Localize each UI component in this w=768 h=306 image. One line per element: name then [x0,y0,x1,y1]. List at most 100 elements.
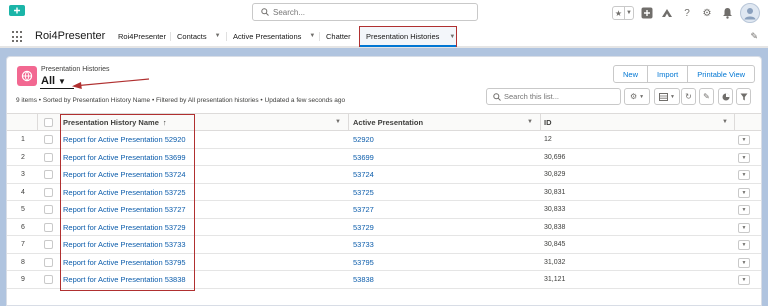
object-label: Presentation Histories [41,66,110,73]
favorites-list-icon[interactable]: ▼ [624,7,633,19]
row-checkbox[interactable] [44,152,53,162]
printable-view-button[interactable]: Printable View [687,66,755,82]
active-presentation-link[interactable]: 52920 [353,131,374,148]
nav-item-contacts[interactable]: Contacts ▼ [177,26,221,46]
global-search-input[interactable] [273,6,473,18]
nav-item-active-presentations[interactable]: Active Presentations ▼ [233,26,315,46]
inline-edit-button[interactable]: ✎ [699,88,714,105]
row-actions-chevron-icon[interactable]: ▼ [738,257,750,268]
id-value: 31,032 [544,258,566,266]
row-actions-chevron-icon[interactable]: ▼ [738,240,750,250]
column-header-name[interactable]: Presentation History Name ↑ ▼ [63,114,347,131]
row-actions-chevron-icon[interactable]: ▼ [738,135,750,145]
list-view-actions: New Import Printable View [613,65,756,83]
new-button[interactable]: New [614,66,648,82]
row-number: 4 [21,188,25,196]
presentation-history-name-link[interactable]: Report for Active Presentation 53795 [63,254,186,271]
app-launcher-icon[interactable] [12,31,24,43]
list-view-selector-caret-icon[interactable]: ▼ [58,77,66,86]
list-search[interactable] [486,88,621,105]
nav-item-label: Chatter [326,31,351,41]
presentation-history-name-link[interactable]: Report for Active Presentation 53733 [63,236,186,253]
list-settings-button[interactable]: ⚙ ▼ [624,88,650,105]
chart-pie-icon [722,93,729,100]
row-checkbox[interactable] [44,222,53,232]
user-avatar[interactable] [740,3,760,23]
column-header-id[interactable]: ID ▼ [544,114,734,131]
header-icons: ★ ▼ ? ⚙ [612,3,760,23]
nav-item-label: Contacts [177,31,207,41]
table-row: 6 Report for Active Presentation 53729 537… [7,219,761,236]
row-number: 5 [21,206,25,213]
row-checkbox[interactable] [44,135,53,144]
row-actions-chevron-icon[interactable]: ▼ [738,275,750,285]
active-presentation-link[interactable]: 53729 [353,219,374,236]
active-presentation-link[interactable]: 53699 [353,149,374,166]
row-actions-chevron-icon[interactable]: ▼ [738,170,750,180]
chevron-down-icon[interactable]: ▼ [309,33,315,39]
presentation-history-name-link[interactable]: Report for Active Presentation 53699 [63,149,186,166]
id-value: 30,829 [544,171,566,178]
app-logo[interactable] [9,5,25,16]
global-search[interactable] [252,3,478,21]
row-checkbox[interactable] [44,170,53,179]
column-header-active-presentation[interactable]: Active Presentation ▼ [353,114,539,131]
row-actions-chevron-icon[interactable]: ▼ [738,222,750,233]
edit-nav-pencil-icon[interactable]: ✎ [750,31,758,42]
row-actions-chevron-icon[interactable]: ▼ [738,205,750,215]
row-checkbox[interactable] [44,205,53,214]
active-presentation-link[interactable]: 53724 [353,166,374,183]
presentation-history-name-link[interactable]: Report for Active Presentation 53729 [63,219,186,236]
active-presentation-link[interactable]: 53727 [353,201,374,218]
notifications-bell-icon[interactable] [720,6,734,20]
global-add-icon[interactable] [640,6,654,20]
row-checkbox[interactable] [44,187,53,197]
search-icon [493,93,501,101]
list-search-input[interactable] [504,91,616,102]
nav-item-label: Roi4Presenter [118,31,166,41]
app-navbar: Roi4Presenter Roi4Presenter Contacts ▼ A… [0,26,768,48]
presentation-history-name-link[interactable]: Report for Active Presentation 53727 [63,201,186,218]
display-as-button[interactable]: ▼ [654,88,680,105]
favorites-group[interactable]: ★ ▼ [612,6,634,20]
row-checkbox[interactable] [44,257,53,267]
setup-gear-icon[interactable]: ⚙ [700,6,714,20]
active-presentation-link[interactable]: 53725 [353,184,374,201]
nav-item-chatter[interactable]: Chatter [326,26,351,46]
chevron-down-icon[interactable]: ▼ [215,33,221,39]
tab-presentation-histories[interactable]: Presentation Histories ▼ [359,26,457,47]
import-button[interactable]: Import [647,66,688,82]
active-presentation-link[interactable]: 53838 [353,271,374,288]
filter-button[interactable] [736,88,751,105]
chevron-down-icon[interactable]: ▼ [527,119,533,125]
nav-item-roi4presenter[interactable]: Roi4Presenter [118,26,166,46]
active-presentation-link[interactable]: 53733 [353,236,374,253]
favorites-star-icon[interactable]: ★ [613,7,624,19]
list-view-name[interactable]: All [41,75,55,87]
presentation-history-name-link[interactable]: Report for Active Presentation 53724 [63,166,186,183]
row-number: 9 [21,276,25,283]
pencil-icon: ✎ [703,92,710,101]
trailhead-icon[interactable] [660,6,674,20]
table-row: 2 Report for Active Presentation 53699 536… [7,149,761,166]
chevron-down-icon[interactable]: ▼ [722,119,728,125]
row-actions-chevron-icon[interactable]: ▼ [738,152,750,163]
id-value: 30,696 [544,153,566,161]
row-actions-chevron-icon[interactable]: ▼ [738,187,750,198]
help-icon[interactable]: ? [680,6,694,20]
table-icon [659,92,669,101]
presentation-history-name-link[interactable]: Report for Active Presentation 53725 [63,184,186,201]
select-all-checkbox[interactable] [44,118,53,127]
charts-button[interactable] [718,88,733,105]
nav-item-label: Active Presentations [233,31,302,41]
chevron-down-icon[interactable]: ▼ [449,34,455,40]
row-checkbox[interactable] [44,240,53,249]
active-presentation-link[interactable]: 53795 [353,254,374,271]
row-number: 8 [21,258,25,266]
row-checkbox[interactable] [44,275,53,284]
presentation-history-name-link[interactable]: Report for Active Presentation 53838 [63,271,186,288]
chevron-down-icon[interactable]: ▼ [335,119,341,125]
table-row: 8 Report for Active Presentation 53795 537… [7,254,761,271]
presentation-history-name-link[interactable]: Report for Active Presentation 52920 [63,131,186,148]
refresh-button[interactable]: ↻ [681,88,696,105]
